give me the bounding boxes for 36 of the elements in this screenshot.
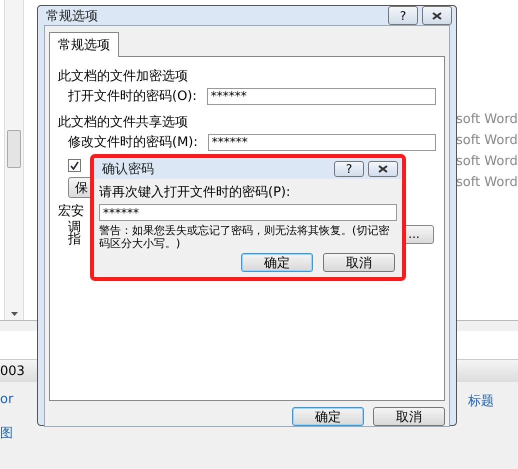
close-icon — [378, 164, 388, 172]
close-button[interactable] — [422, 6, 452, 25]
close-icon — [432, 12, 442, 20]
dialog-button[interactable]: 确定 — [292, 407, 364, 426]
scroll-thumb[interactable] — [7, 130, 21, 168]
password-field[interactable]: ****** — [99, 204, 397, 221]
status-text: 003 — [0, 364, 25, 378]
link[interactable]: 标题 — [468, 392, 494, 410]
password-field[interactable]: ****** — [206, 88, 436, 104]
tab[interactable]: 常规选项 — [49, 32, 119, 57]
description-text: 调 — [68, 222, 81, 234]
window-title: 常规选项 — [46, 8, 99, 24]
description-text: 指 — [68, 234, 81, 246]
section-heading: 宏安 — [58, 203, 84, 220]
warning-text: 警告：如果您丢失或忘记了密码，则无法将其恢复。(切记密码区分大小写。) — [99, 224, 390, 250]
field-label: 打开文件时的密码(O): — [68, 88, 197, 105]
section-heading: 此文档的文件加密选项 — [58, 68, 188, 85]
file-type-text: soft Word — [456, 154, 518, 170]
close-button[interactable] — [368, 160, 398, 176]
help-button[interactable]: ? — [334, 160, 364, 176]
scroll-down-icon[interactable] — [10, 312, 18, 316]
link[interactable]: or — [0, 392, 14, 410]
field-label: 修改文件时的密码(M): — [68, 134, 198, 151]
dialog-button[interactable]: 取消 — [373, 407, 445, 426]
scrollbar[interactable] — [4, 0, 24, 320]
file-type-text: soft Word — [456, 175, 518, 191]
link[interactable]: 图 — [0, 426, 13, 441]
section-heading: 此文档的文件共享选项 — [58, 114, 188, 131]
password-field[interactable]: ****** — [208, 134, 436, 150]
help-button[interactable]: ? — [388, 6, 418, 25]
file-type-text: soft Word — [456, 133, 518, 149]
dialog-button[interactable]: 确定 — [241, 253, 313, 272]
dialog-button[interactable]: 取消 — [323, 253, 395, 272]
window-title: 确认密码 — [102, 160, 155, 178]
file-type-text: soft Word — [456, 112, 518, 128]
checkbox[interactable] — [68, 159, 81, 172]
